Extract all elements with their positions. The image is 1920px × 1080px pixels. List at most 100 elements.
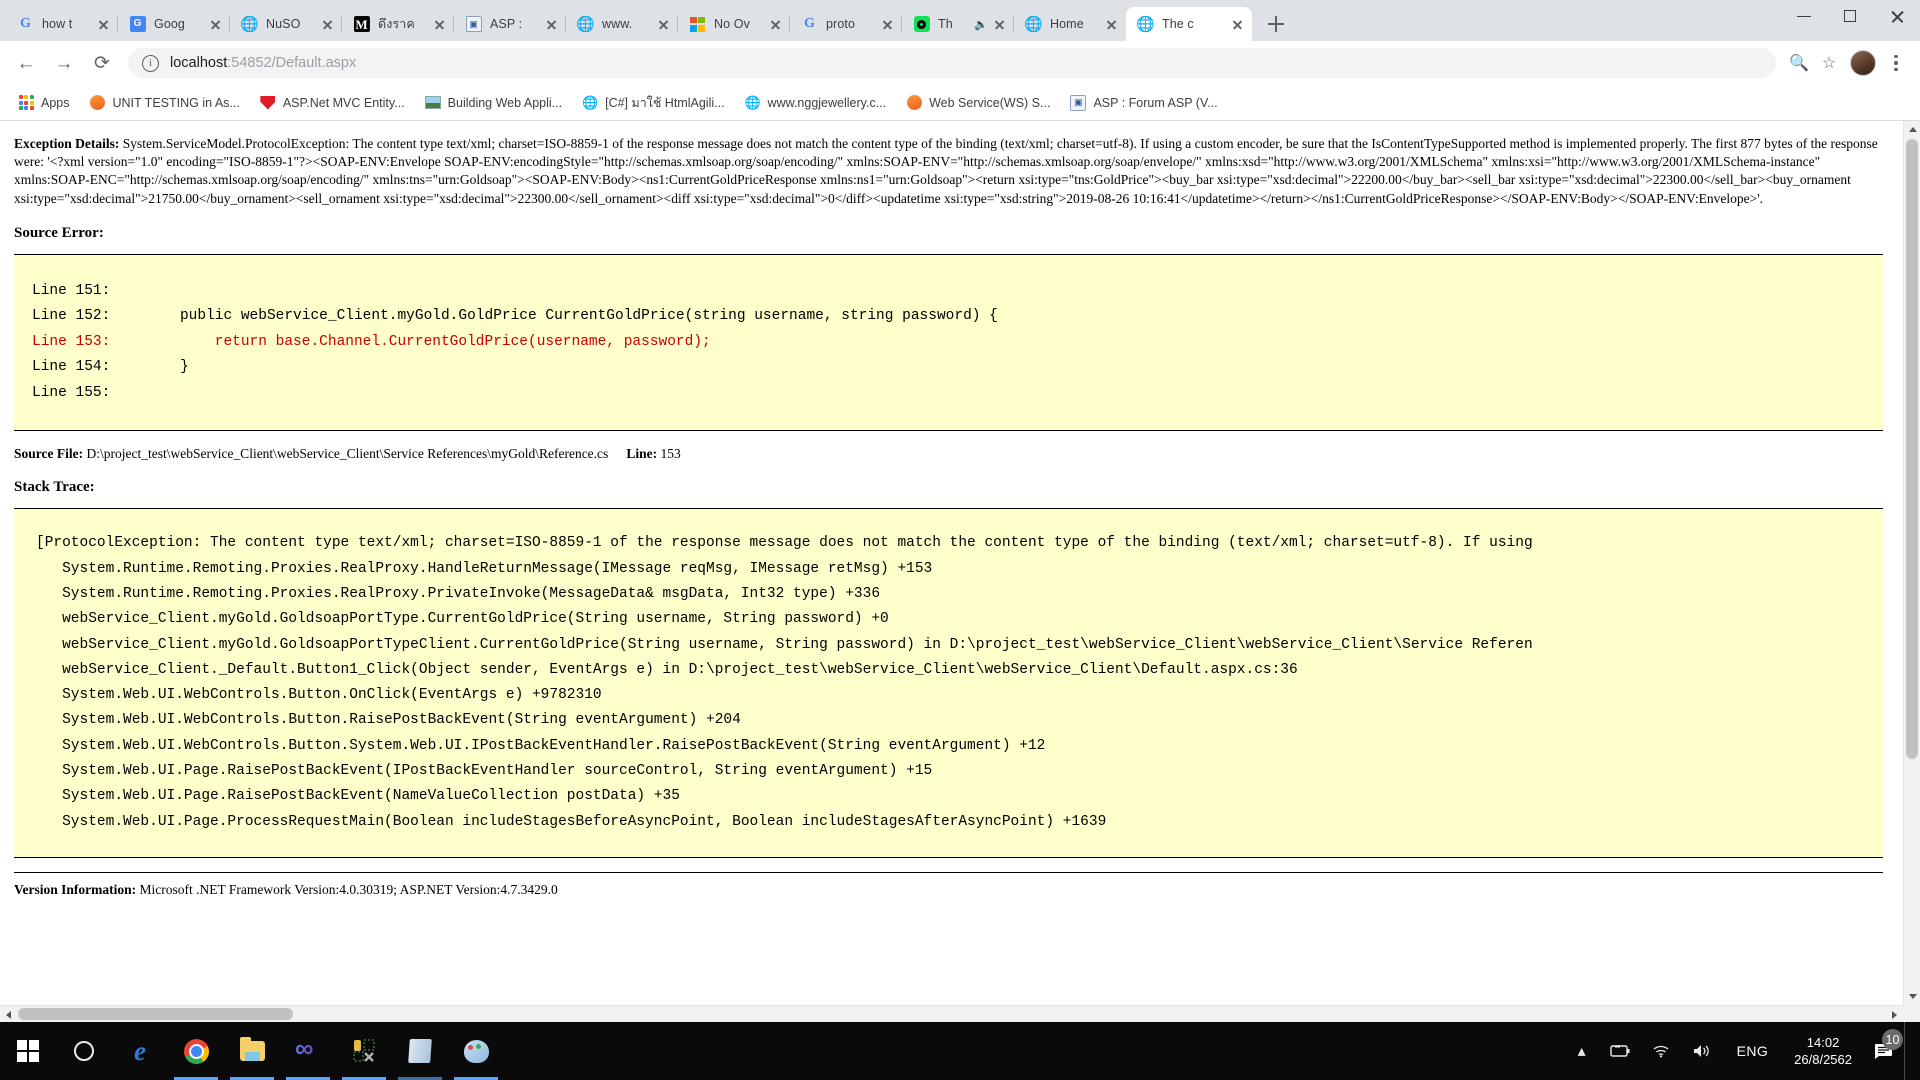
- scroll-up-arrow-icon[interactable]: [1904, 121, 1920, 138]
- tab-title: NuSO: [266, 17, 301, 31]
- image-thumb-icon: [424, 95, 441, 111]
- tab-close-icon[interactable]: [94, 15, 112, 33]
- scroll-down-arrow-icon[interactable]: [1904, 988, 1920, 1005]
- file-explorer-button[interactable]: [224, 1022, 280, 1080]
- globe-icon: 🌐: [577, 15, 594, 33]
- globe-icon: 🌐: [1025, 15, 1042, 33]
- browser-tab[interactable]: 🌐 Home: [1013, 7, 1126, 41]
- address-bar[interactable]: i localhost:54852/Default.aspx: [128, 48, 1776, 78]
- asp-forum-icon: ▣: [465, 16, 482, 33]
- globe-icon: 🌐: [1137, 15, 1154, 33]
- bookmark-item[interactable]: ▣ ASP : Forum ASP (V...: [1062, 91, 1225, 115]
- chrome-button[interactable]: [168, 1022, 224, 1080]
- close-window-button[interactable]: [1874, 0, 1920, 32]
- tab-close-icon[interactable]: [1102, 15, 1120, 33]
- medium-icon: M: [353, 16, 370, 32]
- tab-close-icon[interactable]: [430, 15, 448, 33]
- tab-title: No Ov: [714, 17, 750, 31]
- maximize-button[interactable]: [1828, 0, 1874, 32]
- spotify-icon: [913, 16, 930, 33]
- paint-button[interactable]: [448, 1022, 504, 1080]
- browser-tab[interactable]: G Goog: [117, 7, 230, 41]
- forward-button[interactable]: →: [48, 47, 80, 79]
- new-tab-button[interactable]: [1261, 9, 1291, 39]
- tab-close-icon[interactable]: [878, 15, 896, 33]
- code-line: Line 151:: [32, 282, 111, 299]
- site-info-icon[interactable]: i: [142, 54, 159, 72]
- cortana-circle-icon: [74, 1041, 94, 1061]
- window-controls: [1782, 0, 1920, 32]
- bookmark-item[interactable]: 🌐 www.nggjewellery.c...: [737, 91, 895, 115]
- trace-line: webService_Client.myGold.GoldsoapPortTyp…: [36, 611, 889, 628]
- back-button[interactable]: ←: [10, 47, 42, 79]
- scroll-right-arrow-icon[interactable]: [1886, 1006, 1903, 1022]
- vertical-scrollbar[interactable]: [1903, 121, 1920, 1005]
- wifi-icon[interactable]: [1641, 1044, 1681, 1058]
- source-file-path: D:\project_test\webService_Client\webSer…: [86, 446, 609, 462]
- show-hidden-icons-button[interactable]: ▴: [1567, 1041, 1597, 1061]
- start-button[interactable]: [0, 1022, 56, 1080]
- vertical-scroll-thumb[interactable]: [1906, 139, 1918, 759]
- minimize-button[interactable]: [1782, 0, 1828, 32]
- trace-line: System.Web.UI.Page.RaisePostBackEvent(Na…: [36, 788, 680, 805]
- browser-tab[interactable]: 🌐 www.: [565, 7, 678, 41]
- horizontal-scroll-thumb[interactable]: [18, 1008, 293, 1020]
- search-icon[interactable]: 🔍: [1784, 48, 1814, 78]
- trace-line: System.Web.UI.WebControls.Button.RaisePo…: [36, 712, 741, 729]
- language-indicator[interactable]: ENG: [1723, 1043, 1783, 1059]
- edge-button[interactable]: e: [112, 1022, 168, 1080]
- version-information: Version Information: Microsoft .NET Fram…: [14, 871, 1883, 898]
- notepad-icon: [408, 1039, 432, 1063]
- bookmark-item[interactable]: ASP.Net MVC Entity...: [252, 91, 413, 115]
- chrome-icon: [183, 1038, 209, 1064]
- tab-close-icon[interactable]: [990, 15, 1008, 33]
- browser-tab[interactable]: ▣ ASP :: [453, 7, 566, 41]
- browser-tab[interactable]: G proto: [789, 7, 902, 41]
- bookmark-label: [C#] มาใช้ HtmlAgili...: [605, 95, 725, 110]
- horizontal-scrollbar[interactable]: [0, 1005, 1903, 1022]
- notepad-button[interactable]: [392, 1022, 448, 1080]
- tab-close-icon[interactable]: [206, 15, 224, 33]
- tab-audio-mute-icon[interactable]: 🔈: [974, 18, 988, 31]
- code-line: Line 155:: [32, 384, 111, 401]
- orange-circle-icon: [90, 95, 106, 111]
- tab-close-icon[interactable]: [766, 15, 784, 33]
- trace-line: System.Runtime.Remoting.Proxies.RealProx…: [36, 560, 933, 577]
- bookmark-label: Building Web Appli...: [447, 95, 563, 110]
- action-center-button[interactable]: 10: [1864, 1029, 1904, 1060]
- star-icon[interactable]: ☆: [1814, 48, 1844, 78]
- clock[interactable]: 14:02 26/8/2562: [1782, 1034, 1864, 1068]
- cortana-button[interactable]: [56, 1022, 112, 1080]
- scroll-left-arrow-icon[interactable]: [0, 1006, 17, 1022]
- bookmark-item[interactable]: Web Service(WS) S...: [898, 91, 1058, 115]
- browser-tab[interactable]: M ดึงราค: [341, 7, 454, 41]
- scrollbar-corner: [1903, 1005, 1920, 1022]
- show-desktop-button[interactable]: [1904, 1022, 1912, 1080]
- trace-line: System.Web.UI.WebControls.Button.System.…: [36, 737, 1046, 754]
- bookmark-apps[interactable]: Apps: [10, 91, 78, 115]
- tab-close-icon[interactable]: [318, 15, 336, 33]
- browser-tab-active[interactable]: 🌐 The c: [1126, 7, 1252, 41]
- sql-server-button[interactable]: [336, 1022, 392, 1080]
- bookmark-item[interactable]: 🌐 [C#] มาใช้ HtmlAgili...: [574, 89, 732, 117]
- reload-button[interactable]: ⟳: [86, 47, 118, 79]
- tab-close-icon[interactable]: [542, 15, 560, 33]
- google-icon: G: [804, 16, 815, 31]
- bookmark-item[interactable]: UNIT TESTING in As...: [82, 91, 248, 115]
- browser-tab[interactable]: 🌐 NuSO: [229, 7, 342, 41]
- bookmark-label: www.nggjewellery.c...: [767, 95, 887, 110]
- windows-taskbar: e ▴: [0, 1022, 1920, 1080]
- visual-studio-button[interactable]: [280, 1022, 336, 1080]
- browser-menu-button[interactable]: [1882, 54, 1910, 72]
- speaker-icon[interactable]: [1681, 1043, 1723, 1059]
- trace-line: System.Runtime.Remoting.Proxies.RealProx…: [36, 585, 881, 602]
- bookmark-item[interactable]: Building Web Appli...: [417, 91, 570, 115]
- tab-close-icon[interactable]: [654, 15, 672, 33]
- apps-grid-icon: [18, 95, 34, 111]
- avatar[interactable]: [1850, 50, 1876, 76]
- battery-charging-icon[interactable]: [1597, 1044, 1641, 1058]
- browser-tab[interactable]: G how t: [6, 7, 118, 41]
- browser-tab[interactable]: Th 🔈: [901, 7, 1014, 41]
- browser-tab[interactable]: No Ov: [677, 7, 790, 41]
- tab-close-icon[interactable]: [1228, 15, 1246, 33]
